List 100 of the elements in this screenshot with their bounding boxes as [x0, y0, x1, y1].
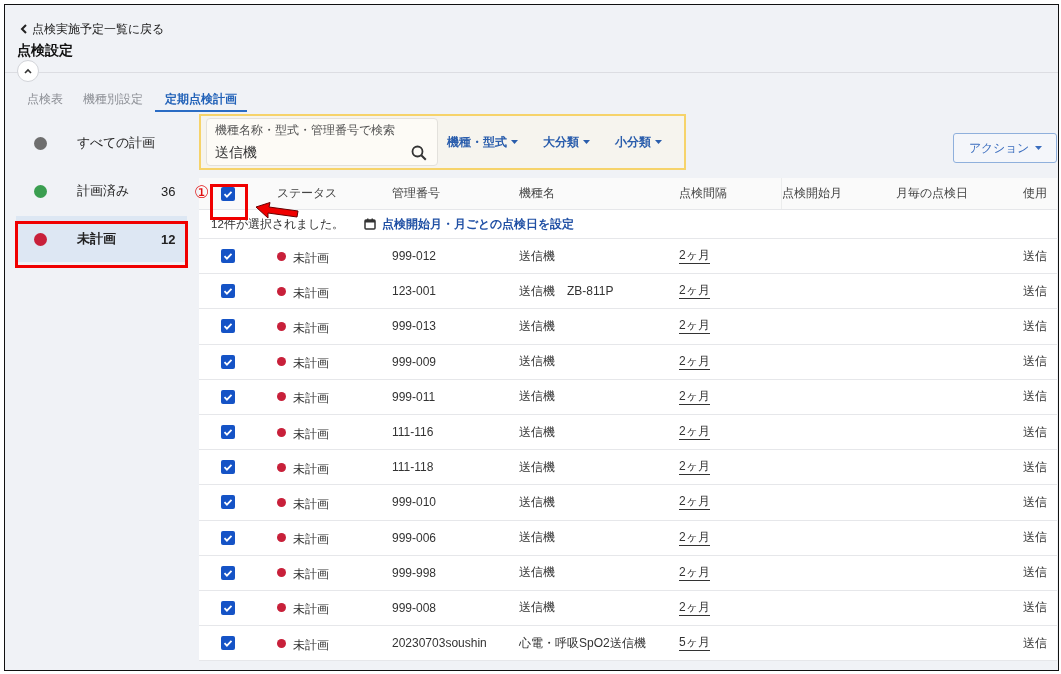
table-cell: 送信機	[519, 353, 555, 371]
table-cell: 心電・呼吸SpO2送信機	[519, 634, 646, 652]
interval-link[interactable]: 2ヶ月	[679, 318, 710, 335]
table-cell: 20230703soushin	[392, 636, 487, 651]
filter-dropdown[interactable]: 小分類	[615, 133, 662, 151]
status-label: 未計画	[293, 390, 329, 408]
column-header: 点検開始月	[782, 185, 843, 202]
table-cell: 送信機	[519, 599, 555, 617]
checkbox[interactable]	[221, 284, 235, 299]
table-cell: 送信機	[519, 247, 555, 265]
status-label: 未計画	[293, 425, 329, 443]
table-cell: 送信機 ZB-811P	[519, 282, 614, 300]
table-cell: 送信	[1023, 317, 1047, 335]
caret-icon	[511, 140, 518, 144]
table-cell: 送信機	[519, 423, 555, 441]
tab[interactable]: 定期点検計画	[155, 87, 247, 112]
caret-icon	[583, 140, 590, 144]
table-cell: 送信	[1023, 388, 1047, 406]
table-cell: 999-008	[392, 600, 437, 615]
sidebar-item[interactable]: 未計画 12	[16, 216, 187, 262]
table-cell: 送信機	[519, 493, 555, 511]
checkbox[interactable]	[221, 495, 235, 510]
table-cell: 送信	[1023, 529, 1047, 547]
checkbox[interactable]	[221, 249, 235, 264]
status-label: 未計画	[293, 355, 329, 373]
column-header: 点検間隔	[679, 178, 782, 209]
search-icon[interactable]	[411, 144, 427, 161]
status-label: 未計画	[293, 495, 329, 513]
table-cell: 送信	[1023, 282, 1047, 300]
filter-dropdown[interactable]: 大分類	[543, 133, 590, 151]
checkbox[interactable]	[221, 565, 235, 580]
interval-link[interactable]: 2ヶ月	[679, 424, 710, 441]
action-button[interactable]: アクション	[953, 133, 1057, 163]
table-cell: 送信	[1023, 458, 1047, 476]
table-cell: 送信	[1023, 599, 1047, 617]
chevron-up-icon	[24, 68, 32, 74]
table-cell: 送信	[1023, 353, 1047, 371]
table-cell: 111-116	[392, 425, 434, 440]
checkbox[interactable]	[221, 636, 235, 651]
interval-link[interactable]: 2ヶ月	[679, 459, 710, 476]
status-label: 未計画	[293, 531, 329, 549]
sidebar-item[interactable]: すべての計画	[16, 120, 187, 166]
caret-icon	[1034, 146, 1042, 150]
table-cell: 999-006	[392, 530, 437, 545]
step-marker: ①	[194, 183, 210, 203]
table-cell: 999-013	[392, 319, 437, 334]
table-cell: 999-012	[392, 249, 437, 264]
table-cell: 999-998	[392, 565, 437, 580]
interval-link[interactable]: 2ヶ月	[679, 283, 710, 300]
table-cell: 送信	[1023, 634, 1047, 652]
column-header: ステータス	[277, 185, 338, 202]
interval-link[interactable]: 2ヶ月	[679, 388, 710, 405]
table-cell: 送信	[1023, 247, 1047, 265]
interval-link[interactable]: 2ヶ月	[679, 529, 710, 546]
interval-link[interactable]: 2ヶ月	[679, 564, 710, 581]
table-cell: 送信機	[519, 458, 555, 476]
search-field[interactable]: 機種名称・型式・管理番号で検索 送信機	[206, 118, 438, 166]
calendar-icon	[363, 218, 376, 230]
table-cell: 999-010	[392, 495, 437, 510]
table-cell: 送信	[1023, 564, 1047, 582]
status-label: 未計画	[293, 319, 329, 337]
checkbox[interactable]	[221, 354, 235, 369]
set-schedule-link[interactable]: 点検開始月・月ごとの点検日を設定	[381, 216, 574, 232]
checkbox[interactable]	[221, 319, 235, 334]
table-cell: 999-011	[392, 389, 436, 404]
highlight-frame	[210, 184, 248, 220]
table-cell: 送信機	[519, 317, 555, 335]
checkbox[interactable]	[221, 460, 235, 475]
table-cell: 送信	[1023, 493, 1047, 511]
back-chevron-icon[interactable]	[20, 24, 28, 34]
column-header: 管理番号	[392, 185, 441, 202]
caret-icon	[655, 140, 662, 144]
column-header: 機種名	[519, 185, 556, 202]
status-label: 未計画	[293, 566, 329, 584]
checkbox[interactable]	[221, 600, 235, 615]
status-label: 未計画	[293, 601, 329, 619]
checkbox[interactable]	[221, 530, 235, 545]
checkbox[interactable]	[221, 389, 235, 404]
back-link[interactable]: 点検実施予定一覧に戻る	[32, 20, 164, 38]
table-cell: 送信	[1023, 423, 1047, 441]
checkbox[interactable]	[221, 425, 235, 440]
filter-dropdown[interactable]: 機種・型式	[447, 133, 518, 151]
status-label: 未計画	[293, 636, 329, 654]
table-cell: 123-001	[392, 284, 437, 299]
interval-link[interactable]: 2ヶ月	[679, 248, 710, 265]
table-cell: 111-118	[392, 460, 434, 475]
table-cell: 999-009	[392, 354, 437, 369]
column-header: 使用	[1023, 185, 1048, 202]
status-label: 未計画	[293, 460, 329, 478]
collapse-button[interactable]	[17, 60, 39, 82]
interval-link[interactable]: 2ヶ月	[679, 599, 710, 616]
table-cell: 送信機	[519, 529, 555, 547]
pointer-arrow	[255, 202, 299, 219]
sidebar-item[interactable]: 計画済み 36	[16, 168, 187, 214]
interval-link[interactable]: 2ヶ月	[679, 494, 710, 511]
interval-link[interactable]: 5ヶ月	[679, 635, 710, 652]
page-title: 点検設定	[17, 41, 74, 60]
table-cell: 送信機	[519, 388, 555, 406]
interval-link[interactable]: 2ヶ月	[679, 353, 710, 370]
status-label: 未計画	[293, 249, 329, 267]
